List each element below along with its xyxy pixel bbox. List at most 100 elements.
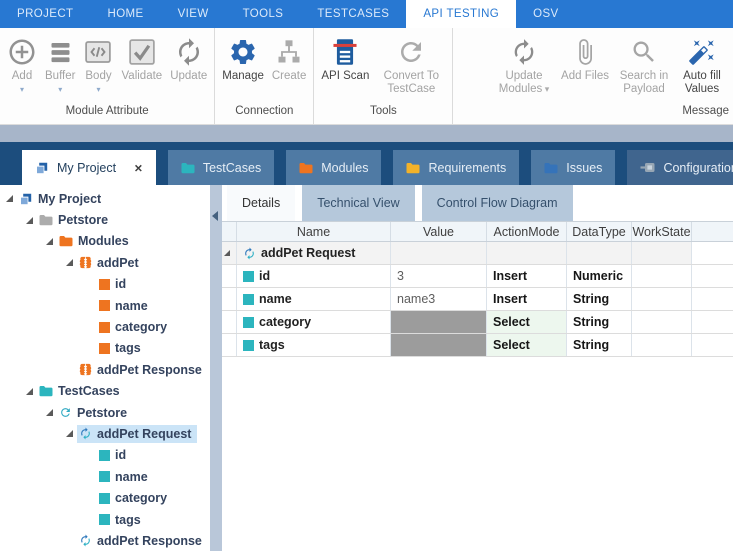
tree-item-petstore-modules[interactable]: Petstore [0, 209, 210, 230]
auto-fill-values-button[interactable]: Auto fill Values [674, 33, 730, 97]
cell-value[interactable]: name3 [391, 288, 487, 310]
header-value[interactable]: Value [391, 222, 487, 241]
convert-to-testcase-button[interactable]: Convert To TestCase [373, 33, 449, 97]
tree-item-addpet-request[interactable]: addPet Request [0, 423, 210, 444]
menu-testcases[interactable]: TESTCASES [300, 0, 406, 28]
tree-label: tags [115, 513, 141, 527]
cell-workstate[interactable] [632, 334, 692, 356]
tree-item-name-testcase[interactable]: name [0, 466, 210, 487]
expander-icon[interactable] [46, 238, 53, 245]
expander-icon[interactable] [66, 430, 73, 437]
tab-modules[interactable]: Modules [286, 150, 381, 185]
sync-icon [243, 247, 256, 260]
menu-tools[interactable]: TOOLS [226, 0, 301, 28]
tab-label: TestCases [203, 161, 261, 175]
collapse-arrow-icon[interactable] [212, 211, 218, 221]
grid-row-tags[interactable]: tags Select String [222, 334, 733, 357]
tab-testcases[interactable]: TestCases [168, 150, 274, 185]
body-button[interactable]: Body [79, 33, 117, 94]
menu-project[interactable]: PROJECT [0, 0, 90, 28]
menu-home[interactable]: HOME [90, 0, 160, 28]
chevron-down-icon[interactable] [58, 83, 62, 93]
tab-issues[interactable]: Issues [531, 150, 615, 185]
chevron-down-icon[interactable] [542, 83, 549, 95]
cell-workstate[interactable] [632, 288, 692, 310]
tree-item-tags-testcase[interactable]: tags [0, 509, 210, 530]
expander-icon[interactable] [26, 388, 33, 395]
add-button[interactable]: Add [3, 33, 41, 94]
tab-my-project[interactable]: My Project [22, 150, 156, 185]
menu-view[interactable]: VIEW [161, 0, 226, 28]
menu-api-testing[interactable]: API TESTING [406, 0, 516, 28]
tab-technical-view[interactable]: Technical View [302, 185, 414, 221]
header-actionmode[interactable]: ActionMode [487, 222, 567, 241]
cell-datatype[interactable]: String [567, 288, 632, 310]
expander-icon[interactable] [46, 409, 53, 416]
tree-item-my-project[interactable]: My Project [0, 188, 210, 209]
cell-actionmode[interactable]: Select [487, 334, 567, 356]
tab-requirements[interactable]: Requirements [393, 150, 519, 185]
header-name[interactable]: Name [237, 222, 391, 241]
cell-actionmode[interactable]: Insert [487, 265, 567, 287]
tree-item-modules-folder[interactable]: Modules [0, 231, 210, 252]
cell-actionmode[interactable] [487, 242, 567, 264]
api-scan-button[interactable]: API Scan [317, 33, 373, 84]
update-modules-button[interactable]: Update Modules [492, 33, 556, 97]
update-button[interactable]: Update [166, 33, 211, 84]
tab-configurations[interactable]: Configurations [627, 150, 733, 185]
buffer-button[interactable]: Buffer [41, 33, 79, 94]
api-scan-icon [331, 34, 359, 70]
chevron-down-icon[interactable] [20, 83, 24, 93]
grid-row-id[interactable]: id 3 Insert Numeric [222, 265, 733, 288]
header-workstate[interactable]: WorkState [632, 222, 692, 241]
cell-workstate[interactable] [632, 242, 692, 264]
tree-item-name[interactable]: name [0, 295, 210, 316]
header-datatype[interactable]: DataType [567, 222, 632, 241]
panel-splitter[interactable] [210, 185, 222, 551]
search-in-payload-button[interactable]: Search in Payload [614, 33, 674, 97]
details-tab-strip: Details Technical View Control Flow Diag… [222, 185, 733, 221]
menu-osv[interactable]: OSV [516, 0, 576, 28]
cell-value[interactable] [391, 242, 487, 264]
cell-actionmode[interactable]: Select [487, 311, 567, 333]
tab-control-flow-diagram[interactable]: Control Flow Diagram [422, 185, 573, 221]
cell-workstate[interactable] [632, 265, 692, 287]
expander-icon[interactable] [224, 250, 230, 256]
tree-item-category-testcase[interactable]: category [0, 487, 210, 508]
cell-datatype[interactable]: String [567, 311, 632, 333]
tree-item-id-testcase[interactable]: id [0, 445, 210, 466]
tree-label: id [115, 277, 126, 291]
expander-icon[interactable] [66, 259, 73, 266]
plug-icon [640, 162, 655, 173]
tree-item-id[interactable]: id [0, 274, 210, 295]
manage-button[interactable]: Manage [218, 33, 268, 84]
expander-icon[interactable] [6, 195, 13, 202]
tree-item-addpet-response-module[interactable]: addPet Response [0, 359, 210, 380]
cell-datatype[interactable]: String [567, 334, 632, 356]
expander-icon[interactable] [26, 217, 33, 224]
grid-row-category[interactable]: category Select String [222, 311, 733, 334]
folder-icon [544, 162, 558, 174]
chevron-down-icon[interactable] [96, 83, 100, 93]
create-button[interactable]: Create [268, 33, 311, 84]
tree-item-petstore-testcase[interactable]: Petstore [0, 402, 210, 423]
cell-value-disabled [391, 334, 487, 356]
cell-actionmode[interactable]: Insert [487, 288, 567, 310]
create-label: Create [272, 70, 307, 83]
grid-row-name[interactable]: name name3 Insert String [222, 288, 733, 311]
cell-name: addPet Request [261, 246, 355, 260]
cell-datatype[interactable]: Numeric [567, 265, 632, 287]
tree-item-category[interactable]: category [0, 316, 210, 337]
cell-workstate[interactable] [632, 311, 692, 333]
cell-datatype[interactable] [567, 242, 632, 264]
close-icon[interactable] [134, 161, 143, 175]
tree-item-tags[interactable]: tags [0, 338, 210, 359]
add-files-button[interactable]: Add Files [556, 33, 614, 84]
grid-row-addpet-request[interactable]: addPet Request [222, 242, 733, 265]
tab-details[interactable]: Details [227, 185, 295, 221]
validate-button[interactable]: Validate [117, 33, 166, 84]
tree-item-testcases-folder[interactable]: TestCases [0, 381, 210, 402]
tree-item-addpet-response-testcase[interactable]: addPet Response [0, 530, 210, 551]
tree-item-addpet-module[interactable]: addPet [0, 252, 210, 273]
cell-value[interactable]: 3 [391, 265, 487, 287]
